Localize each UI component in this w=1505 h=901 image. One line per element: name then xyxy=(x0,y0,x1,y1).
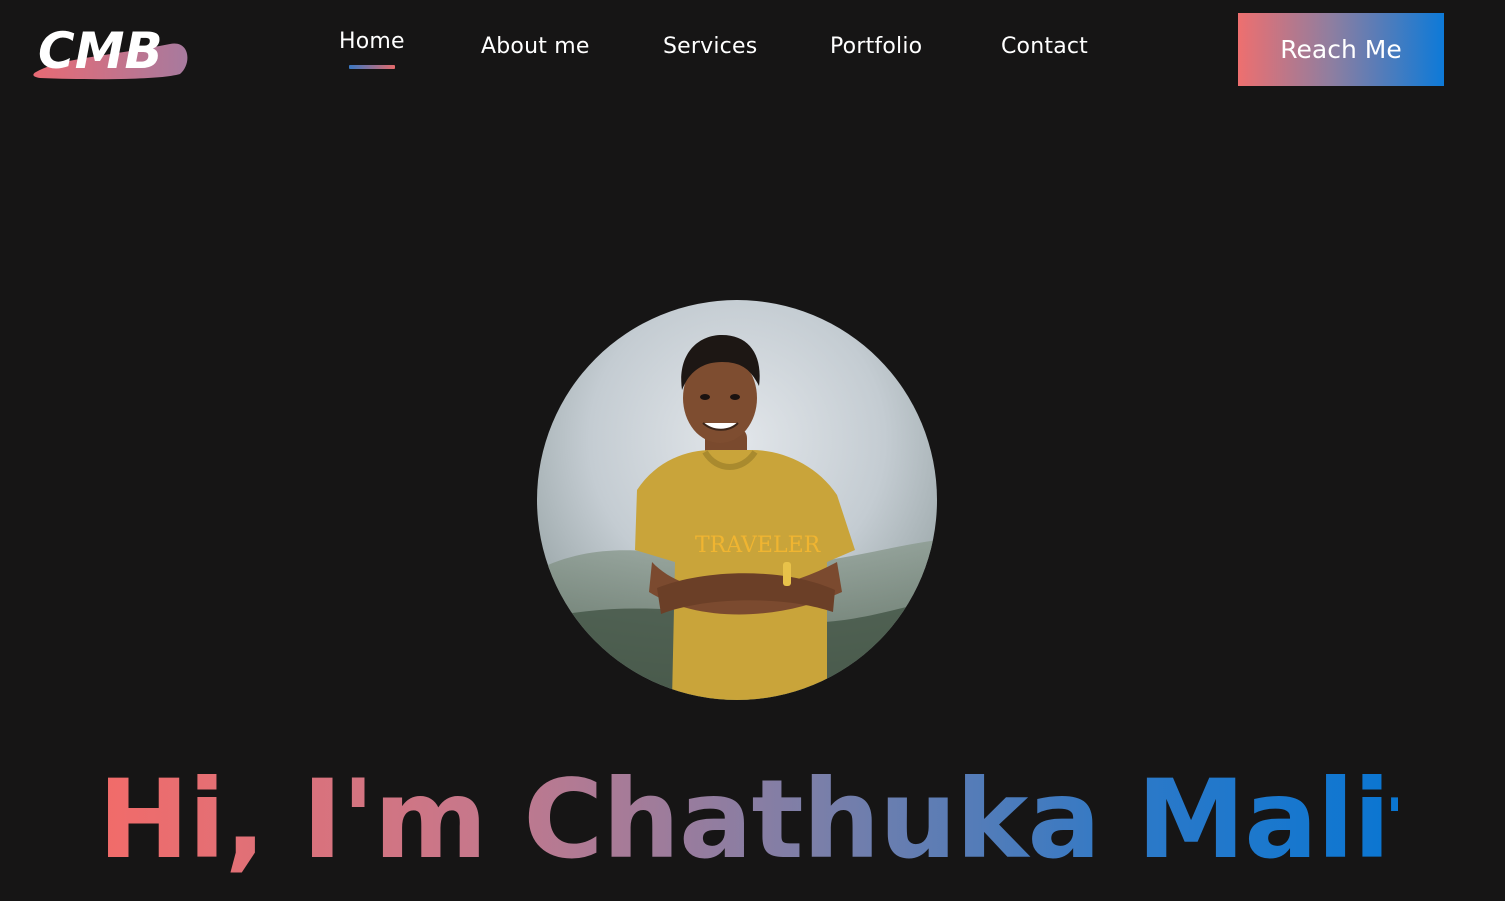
portfolio-page: CMB Home About me Services Portfolio Con… xyxy=(0,0,1505,901)
reach-me-button[interactable]: Reach Me xyxy=(1238,13,1444,86)
nav-item-home-label: Home xyxy=(339,29,405,54)
nav-item-portfolio[interactable]: Portfolio xyxy=(830,34,922,59)
hero-headline: Hi, I'm Chathuka Malitha, xyxy=(98,745,1505,895)
active-nav-underline xyxy=(348,65,395,69)
nav-item-services[interactable]: Services xyxy=(663,34,757,59)
profile-avatar: TRAVELER xyxy=(537,300,937,700)
shirt-print-text: TRAVELER xyxy=(695,533,822,558)
nav-item-contact[interactable]: Contact xyxy=(1001,34,1088,59)
nav-item-home[interactable]: Home xyxy=(339,29,405,69)
nav-item-about-me[interactable]: About me xyxy=(481,34,590,59)
profile-photo: TRAVELER xyxy=(537,335,937,700)
